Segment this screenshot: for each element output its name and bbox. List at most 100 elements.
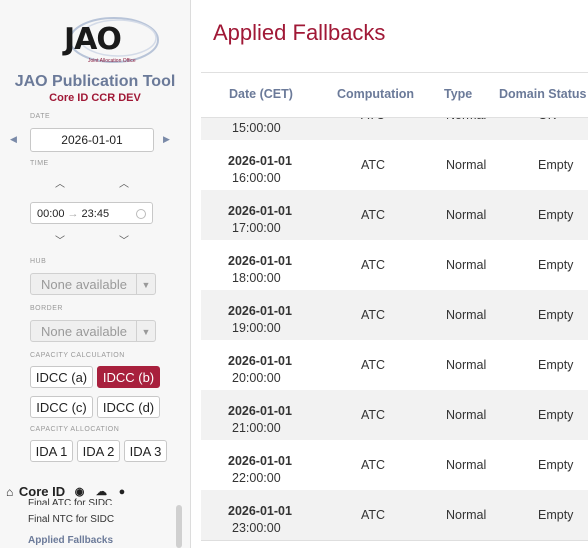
cell-date: 2026-01-01 <box>228 454 292 468</box>
border-value: None available <box>41 324 128 339</box>
cell-computation: ATC <box>361 508 386 522</box>
nav-item-applied-fallbacks[interactable]: Applied Fallbacks <box>28 535 113 546</box>
logo-subtext: Joint Allocation Office <box>88 58 136 64</box>
ida-2-button[interactable]: IDA 2 <box>77 440 120 462</box>
clock-icon <box>136 209 146 219</box>
cell-time: 15:00:00 <box>232 121 281 135</box>
cell-domain-status: Empty <box>538 358 574 372</box>
nav-item-final-atc[interactable]: Final ATC for SIDC <box>28 498 112 505</box>
column-domain-status[interactable]: Domain Status <box>499 87 587 101</box>
chevron-down-icon: ▼ <box>136 274 155 294</box>
table-row[interactable]: 2026-01-01 18:00:00 ATC Normal Empty <box>201 240 588 291</box>
sidebar-scrollbar[interactable] <box>176 505 182 548</box>
cell-computation: ATC <box>361 158 386 172</box>
next-date-icon[interactable]: ▶ <box>163 134 170 145</box>
border-label: BORDER <box>30 305 63 312</box>
cell-date: 2026-01-01 <box>228 504 292 518</box>
time-from-increment-icon[interactable]: ︿ <box>55 175 65 190</box>
page-title: Applied Fallbacks <box>213 20 386 45</box>
logo-text: JAO <box>64 22 122 57</box>
home-icon[interactable]: ⌂ <box>6 485 13 499</box>
cell-date: 2026-01-01 <box>228 204 292 218</box>
column-date[interactable]: Date (CET) <box>229 87 293 101</box>
cell-computation: ATC <box>361 258 386 272</box>
column-type[interactable]: Type <box>444 87 472 101</box>
jao-logo[interactable]: JAO Joint Allocation Office <box>58 12 162 68</box>
border-select[interactable]: None available ▼ <box>30 320 156 342</box>
table-header: Date (CET) Computation Type Domain Statu… <box>201 72 588 118</box>
cell-time: 19:00:00 <box>232 321 281 335</box>
cell-type: Normal <box>446 358 487 372</box>
table-row[interactable]: 2026-01-01 21:00:00 ATC Normal Empty <box>201 390 588 441</box>
cell-computation: ATC <box>361 358 386 372</box>
table-row[interactable]: 2026-01-01 22:00:00 ATC Normal Empty <box>201 440 588 491</box>
hub-label: HUB <box>30 258 47 265</box>
app-title: JAO Publication Tool <box>14 73 176 90</box>
core-id-label: Core ID <box>18 484 66 500</box>
cell-date: 2026-01-01 <box>228 154 292 168</box>
cell-domain-status: Empty <box>538 458 574 472</box>
cell-time: 20:00:00 <box>232 371 281 385</box>
cell-computation: ATC <box>361 458 386 472</box>
idcc-b-button[interactable]: IDCC (b) <box>97 366 160 388</box>
cell-time: 22:00:00 <box>232 471 281 485</box>
cell-time: 17:00:00 <box>232 221 281 235</box>
cell-type: Normal <box>446 408 487 422</box>
time-label: TIME <box>30 160 49 167</box>
idcc-c-button[interactable]: IDCC (c) <box>30 396 93 418</box>
cell-type: Normal <box>446 508 487 522</box>
column-computation[interactable]: Computation <box>337 87 414 101</box>
capacity-allocation-label: CAPACITY ALLOCATION <box>30 426 120 433</box>
capacity-calculation-label: CAPACITY CALCULATION <box>30 352 125 359</box>
cell-domain-status: Empty <box>538 158 574 172</box>
cell-type: Normal <box>446 208 487 222</box>
date-label: DATE <box>30 113 51 120</box>
hub-select[interactable]: None available ▼ <box>30 273 156 295</box>
app-environment: Core ID CCR DEV <box>49 92 141 104</box>
cell-type: Normal <box>446 458 487 472</box>
cell-type: Normal <box>446 308 487 322</box>
cell-domain-status: Empty <box>538 408 574 422</box>
time-from-decrement-icon[interactable]: ﹀ <box>55 232 65 247</box>
chevron-down-icon: ▼ <box>136 321 155 341</box>
cell-domain-status: Empty <box>538 508 574 522</box>
table-row[interactable]: 2026-01-01 17:00:00 ATC Normal Empty <box>201 190 588 241</box>
cell-domain-status: Empty <box>538 308 574 322</box>
previous-date-icon[interactable]: ◀ <box>10 134 17 145</box>
idcc-d-button[interactable]: IDCC (d) <box>97 396 160 418</box>
table-row[interactable]: 2026-01-01 20:00:00 ATC Normal Empty <box>201 340 588 391</box>
cell-date: 2026-01-01 <box>228 304 292 318</box>
cell-computation: ATC <box>361 308 386 322</box>
table-row[interactable]: 2026-01-01 16:00:00 ATC Normal Empty <box>201 140 588 191</box>
cell-date: 2026-01-01 <box>228 254 292 268</box>
cell-time: 21:00:00 <box>232 421 281 435</box>
nav-item-final-ntc[interactable]: Final NTC for SIDC <box>28 514 114 525</box>
ida-3-button[interactable]: IDA 3 <box>124 440 167 462</box>
cell-computation: ATC <box>361 408 386 422</box>
cell-domain-status: Empty <box>538 258 574 272</box>
time-to: 23:45 <box>81 208 110 220</box>
main-content: Applied Fallbacks Date (CET) Computation… <box>191 0 588 548</box>
sidebar: JAO Joint Allocation Office JAO Publicat… <box>0 0 191 548</box>
cell-time: 23:00:00 <box>232 521 281 535</box>
cell-date: 2026-01-01 <box>228 404 292 418</box>
cell-computation: ATC <box>361 208 386 222</box>
table-body: 15:00:00ATCNormalOK 2026-01-01 16:00:00 ATC… <box>201 116 588 548</box>
time-to-increment-icon[interactable]: ︿ <box>119 175 129 190</box>
cell-domain-status: Empty <box>538 208 574 222</box>
time-to-decrement-icon[interactable]: ﹀ <box>119 232 129 247</box>
date-input[interactable]: 2026-01-01 <box>30 128 154 152</box>
user-icon[interactable]: ● <box>119 486 126 498</box>
table-row[interactable]: 2026-01-01 19:00:00 ATC Normal Empty <box>201 290 588 341</box>
time-range-input[interactable]: 00:00 → 23:45 <box>30 202 153 224</box>
cell-time: 16:00:00 <box>232 171 281 185</box>
cell-time: 18:00:00 <box>232 271 281 285</box>
cell-type: Normal <box>446 158 487 172</box>
idcc-a-button[interactable]: IDCC (a) <box>30 366 93 388</box>
table-row[interactable]: 2026-01-01 23:00:00 ATC Normal Empty <box>201 490 588 541</box>
ida-1-button[interactable]: IDA 1 <box>30 440 73 462</box>
cloud-icon[interactable]: ☁ <box>96 485 107 498</box>
time-from: 00:00 <box>37 208 65 220</box>
eye-icon[interactable]: ◉ <box>75 485 85 498</box>
table-row[interactable]: 15:00:00ATCNormalOK <box>201 116 588 141</box>
